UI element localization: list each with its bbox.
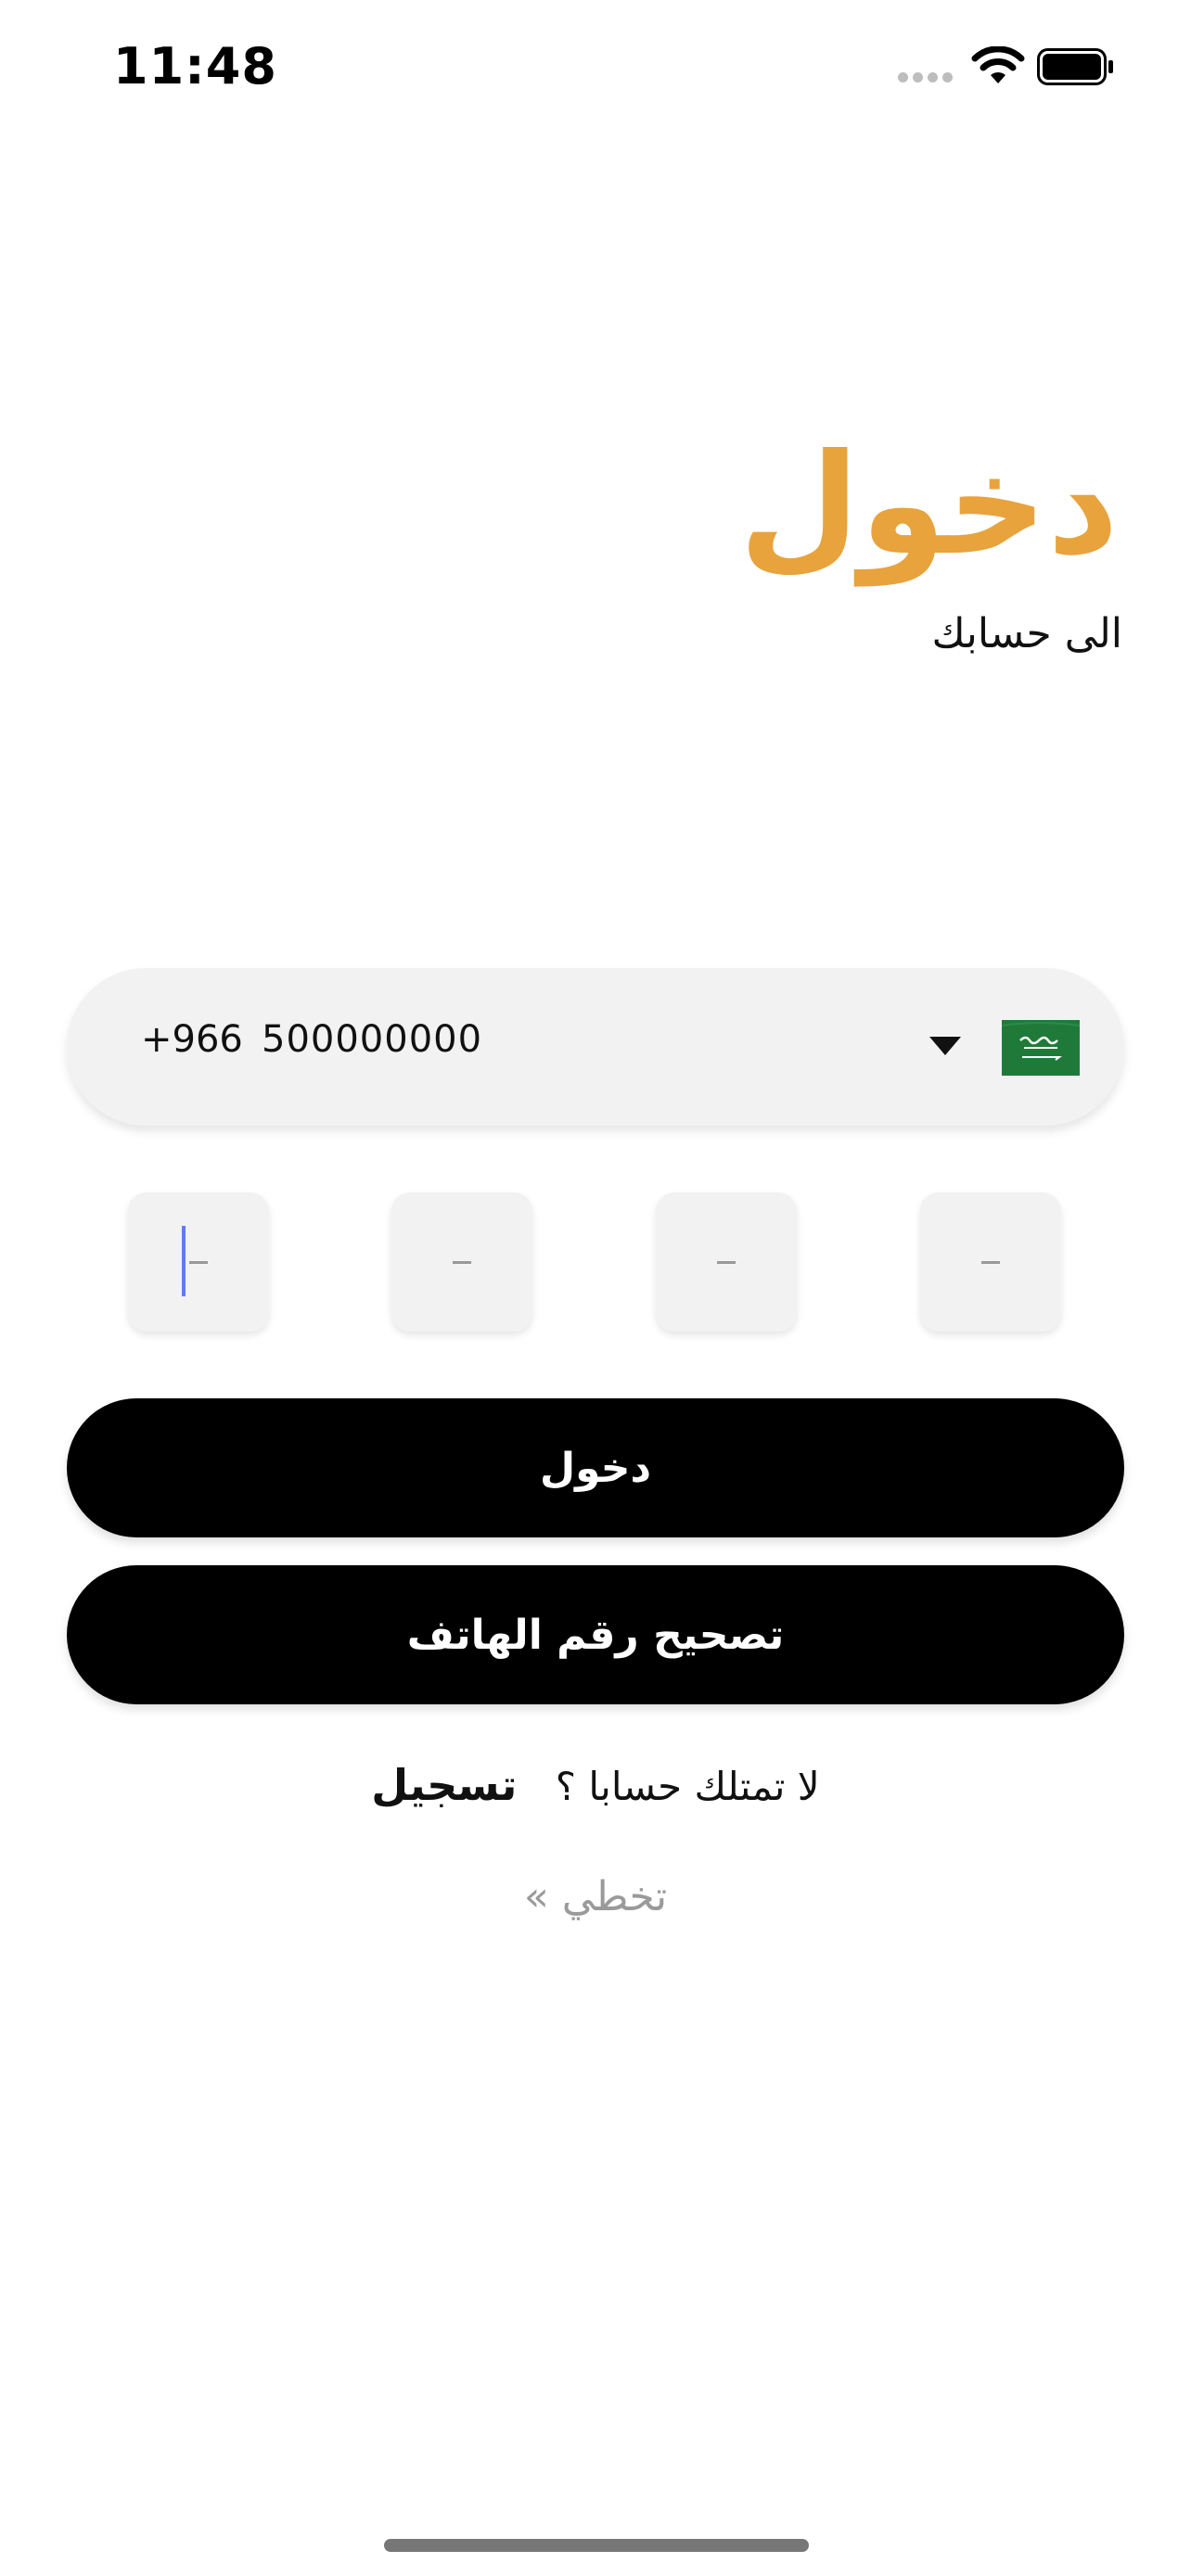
saudi-flag-icon[interactable] — [1002, 1020, 1080, 1076]
register-link[interactable]: تسجيل — [371, 1760, 517, 1810]
page-subtitle: الى حسابك — [931, 610, 1122, 657]
home-indicator[interactable] — [384, 2539, 809, 2552]
correct-phone-button[interactable]: تصحيح رقم الهاتف — [67, 1565, 1124, 1704]
otp-digit-2[interactable] — [391, 1192, 532, 1332]
skip-link[interactable]: تخطي » — [0, 1873, 1191, 1920]
otp-digit-4[interactable] — [920, 1192, 1061, 1332]
register-prompt: لا تمتلك حسابا ؟ تسجيل — [0, 1760, 1191, 1810]
login-button[interactable]: دخول — [67, 1398, 1124, 1537]
page-title: دخول — [738, 425, 1119, 586]
otp-placeholder-dash — [717, 1261, 736, 1264]
otp-placeholder-dash — [981, 1261, 1000, 1264]
battery-icon — [1037, 48, 1113, 85]
otp-placeholder-dash — [453, 1261, 471, 1264]
status-time: 11:48 — [113, 37, 277, 96]
otp-digit-3[interactable] — [656, 1192, 797, 1332]
chevron-down-icon[interactable] — [929, 1037, 961, 1055]
text-cursor — [182, 1226, 186, 1296]
wifi-icon — [971, 46, 1025, 83]
dial-code: +966 — [141, 1018, 243, 1061]
phone-number-value[interactable]: 500000000 — [262, 1018, 482, 1061]
status-bar: 11:48 — [0, 0, 1191, 139]
cellular-signal-icon — [898, 72, 953, 83]
phone-input-field[interactable]: +966 500000000 — [67, 968, 1124, 1126]
otp-digit-1[interactable] — [128, 1192, 269, 1332]
register-question: لا تمتلك حسابا ؟ — [555, 1764, 820, 1809]
otp-placeholder-dash — [189, 1261, 208, 1264]
